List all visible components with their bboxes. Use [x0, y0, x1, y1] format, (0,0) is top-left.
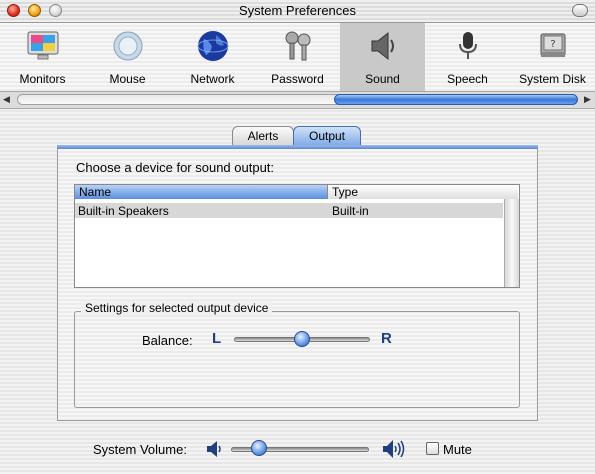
- tab-alerts[interactable]: Alerts: [232, 126, 294, 146]
- settings-group-label: Settings for selected output device: [81, 301, 273, 315]
- toolbar-scrollbar[interactable]: ◀ ▶: [0, 91, 595, 109]
- toolbar-item-sound[interactable]: Sound: [340, 23, 425, 91]
- device-name-cell: Built-in Speakers: [78, 204, 169, 218]
- arrow-left-icon[interactable]: ◀: [3, 94, 10, 105]
- mute-checkbox[interactable]: [426, 442, 439, 455]
- keys-icon: [285, 31, 310, 61]
- column-header-type[interactable]: Type: [328, 185, 518, 199]
- choose-device-label: Choose a device for sound output:: [76, 160, 275, 175]
- balance-slider-knob[interactable]: [294, 331, 310, 347]
- microphone-icon: [458, 32, 477, 59]
- toolbar-label: Mouse: [109, 72, 146, 86]
- column-header-name[interactable]: Name: [75, 185, 328, 199]
- volume-slider-knob[interactable]: [251, 440, 267, 456]
- svg-text:?: ?: [550, 39, 555, 50]
- toolbar-label: Sound: [365, 72, 400, 86]
- toolbar-label: Monitors: [19, 72, 66, 86]
- settings-group-box: [74, 311, 520, 408]
- volume-low-icon: [205, 440, 225, 461]
- system-volume-label: System Volume:: [93, 442, 187, 457]
- toolbar-item-mouse[interactable]: Mouse: [85, 23, 170, 91]
- mouse-icon: [113, 31, 142, 61]
- balance-left-label: L: [212, 330, 222, 347]
- mute-label: Mute: [443, 442, 472, 457]
- device-type-cell: Built-in: [332, 204, 369, 218]
- balance-right-label: R: [381, 330, 392, 347]
- toolbar: Monitors Mouse Network Password Sound Sp…: [0, 23, 595, 91]
- toolbar-item-network[interactable]: Network: [170, 23, 255, 91]
- arrow-right-icon[interactable]: ▶: [584, 94, 591, 105]
- globe-icon: [197, 31, 228, 61]
- toolbar-item-system-disk[interactable]: ? System Disk: [510, 23, 595, 91]
- toolbar-item-speech[interactable]: Speech: [425, 23, 510, 91]
- window-title: System Preferences: [238, 3, 357, 18]
- monitor-icon: [27, 31, 58, 60]
- toolbar-item-monitors[interactable]: Monitors: [0, 23, 85, 91]
- scroll-thumb[interactable]: [334, 94, 578, 105]
- toolbar-toggle-button[interactable]: [572, 4, 588, 17]
- volume-high-icon: [381, 439, 405, 462]
- speaker-icon: [371, 31, 394, 61]
- tab-output[interactable]: Output: [293, 126, 361, 146]
- toolbar-label: Network: [190, 72, 235, 86]
- device-table[interactable]: [74, 184, 520, 288]
- toolbar-label: Speech: [447, 72, 488, 86]
- toolbar-item-password[interactable]: Password: [255, 23, 340, 91]
- table-scrollbar[interactable]: [504, 199, 519, 287]
- balance-label: Balance:: [142, 333, 193, 348]
- disk-icon: ?: [540, 33, 565, 57]
- toolbar-label: Password: [271, 72, 324, 86]
- toolbar-label: System Disk: [519, 72, 586, 86]
